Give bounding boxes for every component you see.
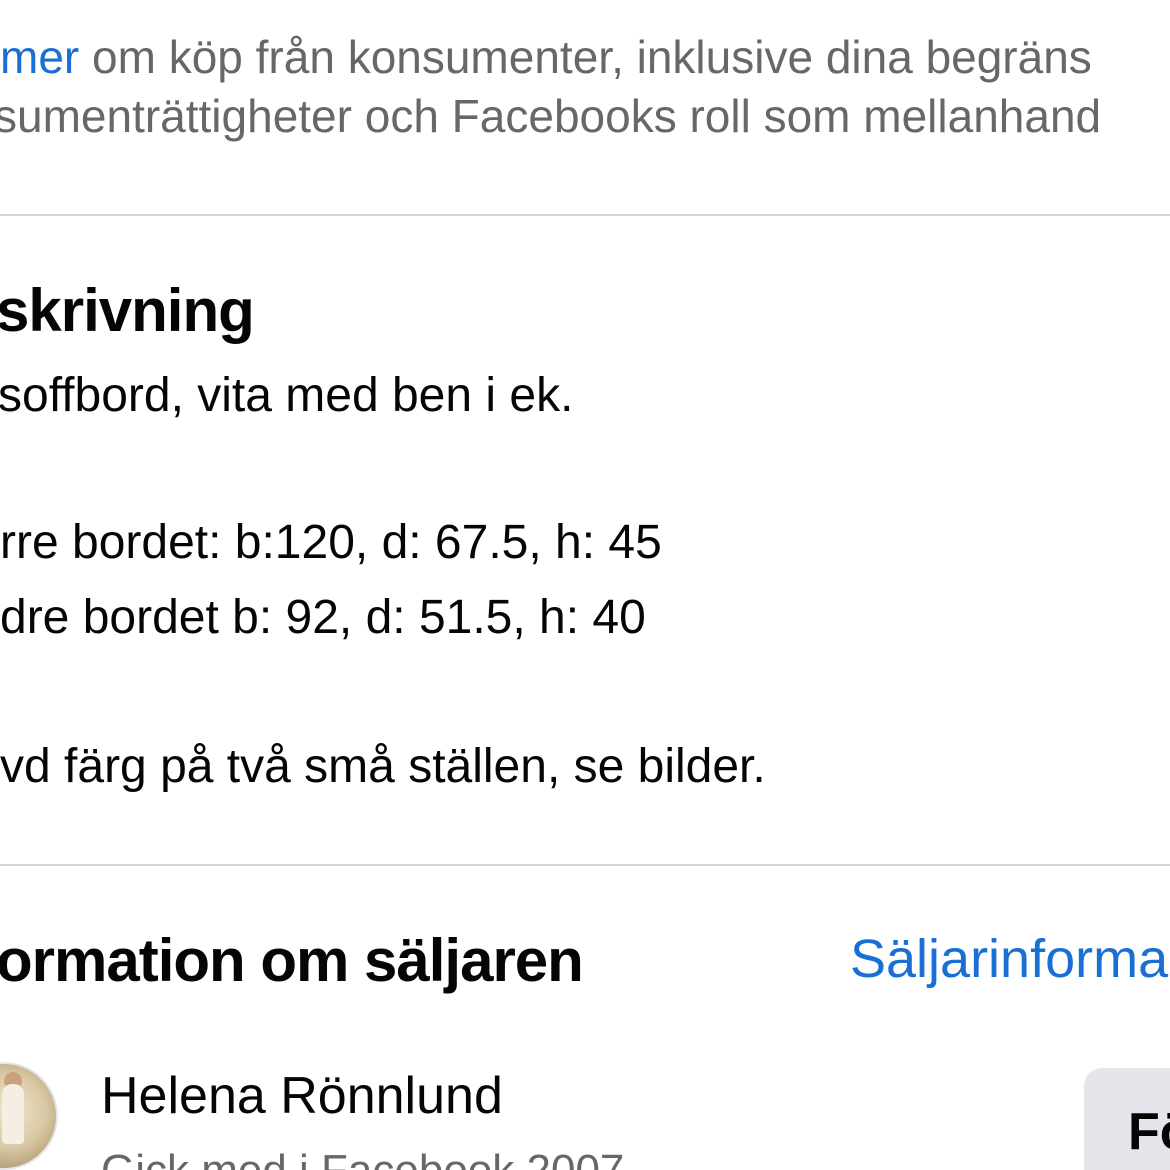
seller-name[interactable]: Helena Rönnlund bbox=[101, 1066, 503, 1126]
description-line-3: dre bordet b: 92, d: 51.5, h: 40 bbox=[0, 591, 646, 644]
marketplace-listing-page: mer om köp från konsumenter, inklusive d… bbox=[0, 0, 1170, 1170]
description-heading: skrivning bbox=[0, 277, 255, 344]
section-divider bbox=[0, 864, 1170, 866]
consumer-purchase-notice: mer om köp från konsumenter, inklusive d… bbox=[0, 28, 1170, 146]
seller-avatar[interactable] bbox=[0, 1062, 58, 1170]
section-divider bbox=[0, 214, 1170, 216]
description-line-2: rre bordet: b:120, d: 67.5, h: 45 bbox=[0, 516, 662, 569]
follow-button[interactable]: Fö bbox=[1084, 1068, 1170, 1170]
notice-line-1-text: om köp från konsumenter, inklusive dina … bbox=[79, 31, 1092, 83]
seller-joined-text: Gick med i Facebook 2007 bbox=[101, 1146, 624, 1170]
notice-line-1: mer om köp från konsumenter, inklusive d… bbox=[0, 28, 1170, 87]
seller-info-link[interactable]: Säljarinforma bbox=[850, 928, 1168, 990]
description-line-1: soffbord, vita med ben i ek. bbox=[0, 369, 574, 422]
read-more-link[interactable]: mer bbox=[0, 31, 79, 83]
avatar-figure-body bbox=[2, 1084, 24, 1144]
notice-line-2: sumenträttigheter och Facebooks roll som… bbox=[0, 90, 1102, 142]
seller-info-heading: ormation om säljaren bbox=[0, 927, 584, 994]
description-line-4: vd färg på två små ställen, se bilder. bbox=[0, 740, 766, 793]
